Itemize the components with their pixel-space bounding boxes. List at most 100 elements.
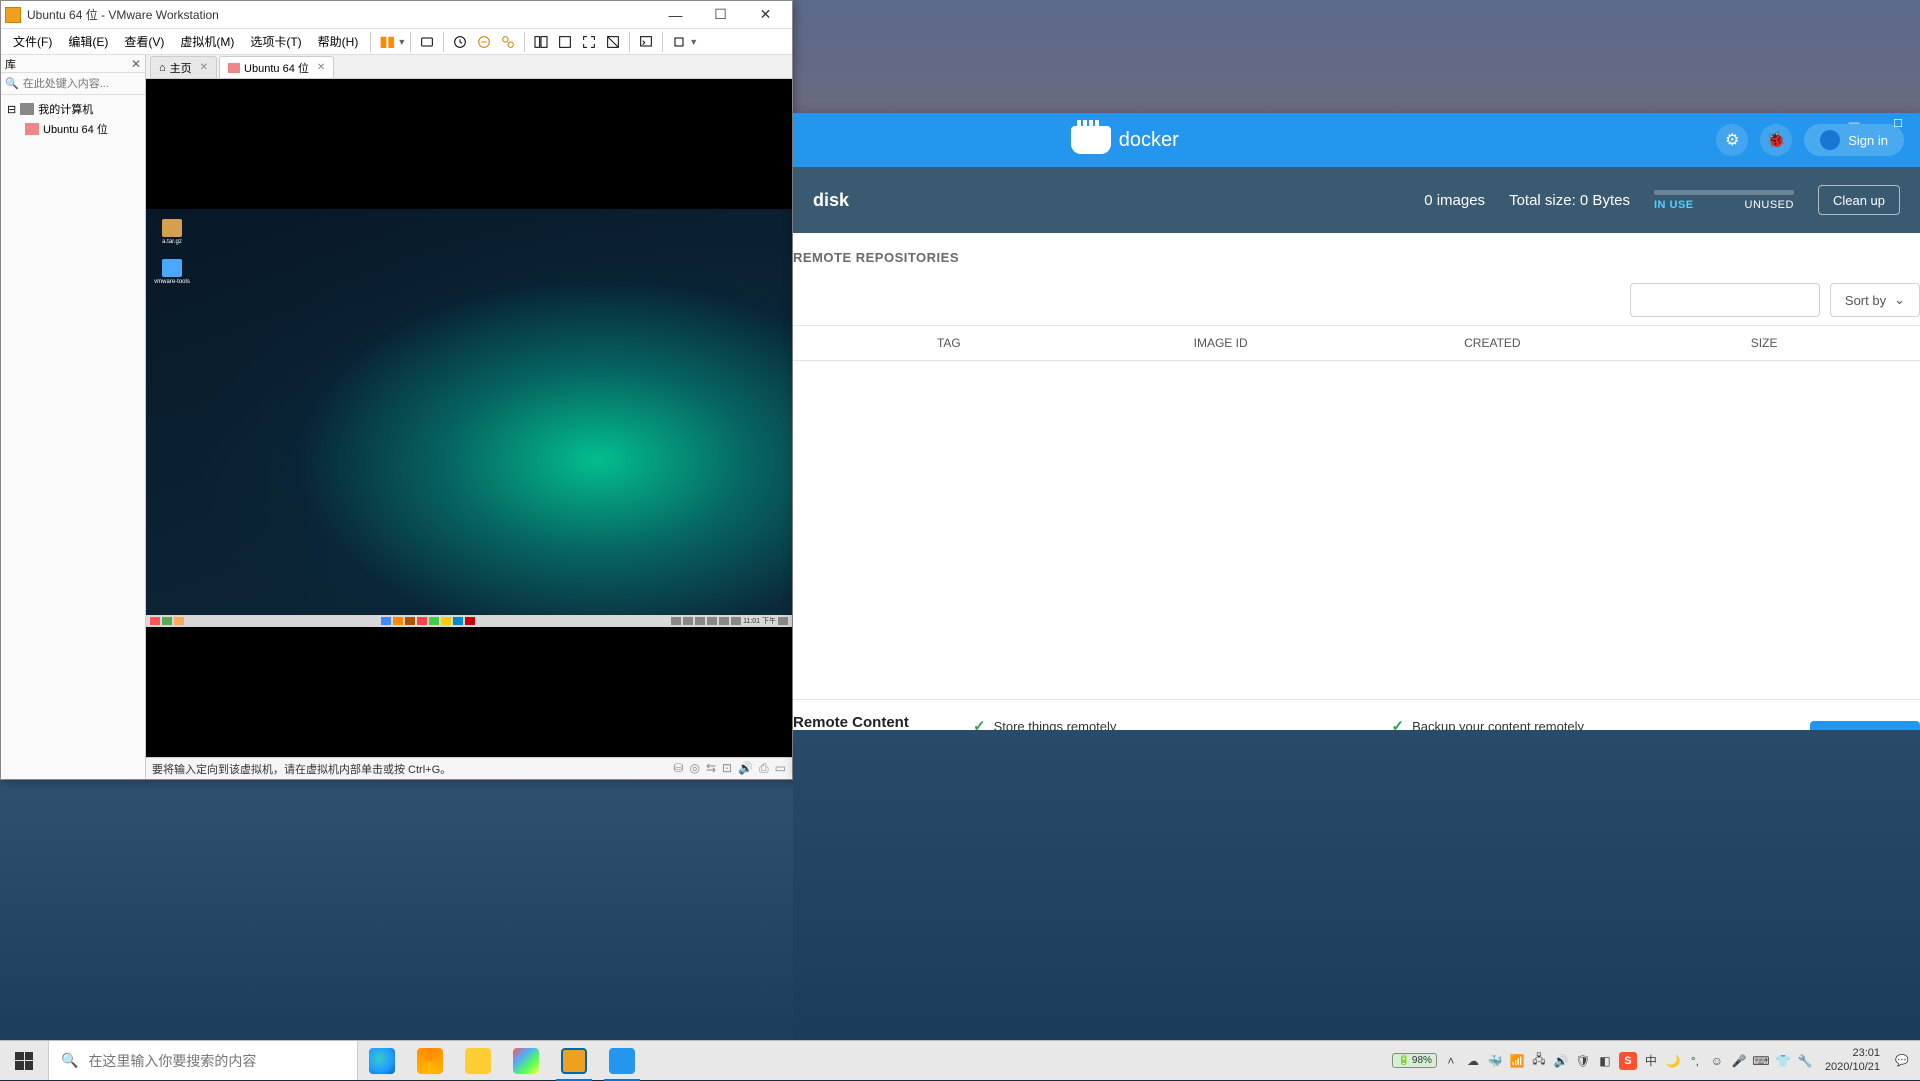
notifications-icon[interactable]: 💬 [1892,1054,1912,1067]
settings-icon[interactable]: ⚙ [1716,124,1748,156]
ime-toolbox-icon[interactable]: 🔧 [1797,1053,1813,1069]
moon-icon[interactable]: 🌙 [1665,1053,1681,1069]
cleanup-button[interactable]: Clean up [1818,185,1900,215]
pause-button[interactable]: ▮▮ [375,30,399,54]
guest-tray-icon[interactable] [719,617,729,625]
guest-app-icon[interactable] [150,617,160,625]
col-image-id[interactable]: IMAGE ID [1085,336,1357,350]
taskbar-app-paint[interactable] [502,1041,550,1081]
tray-overflow-icon[interactable]: ˄ [1443,1053,1459,1069]
menu-tabs[interactable]: 选项卡(T) [242,29,309,54]
device-display-icon[interactable]: ▭ [775,761,786,776]
close-button[interactable]: ✕ [743,1,788,28]
col-size[interactable]: SIZE [1628,336,1900,350]
onedrive-icon[interactable]: ☁ [1465,1053,1481,1069]
snapshot-revert-icon[interactable] [472,30,496,54]
device-harddisk-icon[interactable]: ⛁ [673,761,683,776]
taskbar-clock[interactable]: 23:01 2020/10/21 [1819,1047,1886,1073]
guest-app-icon[interactable] [441,617,451,625]
battery-indicator[interactable]: 🔋98% [1392,1053,1436,1068]
device-usb-icon[interactable]: ⊡ [722,761,732,776]
taskbar-app-browser[interactable] [406,1041,454,1081]
guest-app-icon[interactable] [453,617,463,625]
sogou-ime-icon[interactable]: S [1619,1052,1637,1070]
library-view-icon[interactable] [529,30,553,54]
device-sound-icon[interactable]: 🔊 [738,761,753,776]
minimize-button[interactable]: — [653,1,698,28]
guest-app-icon[interactable] [405,617,415,625]
taskbar-app-vmware[interactable] [550,1041,598,1081]
vm-console[interactable]: a.tar.gz vmware-tools [146,79,792,757]
unity-icon[interactable] [601,30,625,54]
ime-skin-icon[interactable]: 👕 [1775,1053,1791,1069]
guest-app-icon[interactable] [417,617,427,625]
volume-icon[interactable]: 🔊 [1553,1053,1569,1069]
snapshot-manager-icon[interactable] [496,30,520,54]
dropdown-icon[interactable]: ▼ [397,37,406,47]
ime-keyboard-icon[interactable]: ⌨ [1753,1053,1769,1069]
tree-vm-ubuntu[interactable]: Ubuntu 64 位 [21,119,143,139]
guest-tray-icon[interactable] [731,617,741,625]
guest-taskbar[interactable]: 11:01 下午 [146,615,792,627]
thumbnail-view-icon[interactable] [553,30,577,54]
tree-my-computer[interactable]: ⊟ 我的计算机 [3,99,143,119]
security-icon[interactable]: 🛡 [1575,1053,1591,1069]
minimize-button[interactable]: — [1832,112,1876,134]
maximize-button[interactable]: ☐ [698,1,743,28]
docker-titlebar[interactable]: docker ⚙ 🐞 👤 Sign in — ☐ [793,113,1920,167]
guest-app-icon[interactable] [174,617,184,625]
docker-tray-icon[interactable]: 🐳 [1487,1053,1503,1069]
menu-vm[interactable]: 虚拟机(M) [172,29,242,54]
ime-mode[interactable]: 中 [1643,1053,1659,1069]
library-search[interactable]: 🔍 ▼ [1,73,145,95]
search-input[interactable] [1630,283,1820,317]
ime-voice-icon[interactable]: 🎤 [1731,1053,1747,1069]
guest-tray-icon[interactable] [671,617,681,625]
guest-desktop[interactable]: a.tar.gz vmware-tools [146,209,792,627]
tab-ubuntu[interactable]: Ubuntu 64 位 ✕ [219,56,334,78]
wifi-icon[interactable]: 📶 [1509,1053,1525,1069]
taskbar-app-explorer[interactable] [454,1041,502,1081]
ime-emoji-icon[interactable]: ☺ [1709,1053,1725,1069]
search-input[interactable] [88,1053,345,1069]
col-created[interactable]: CREATED [1357,336,1629,350]
menu-help[interactable]: 帮助(H) [310,29,367,54]
fullscreen-icon[interactable] [577,30,601,54]
guest-app-icon[interactable] [393,617,403,625]
menu-edit[interactable]: 编辑(E) [60,29,116,54]
device-network-icon[interactable]: ⇆ [706,761,716,776]
close-tab-icon[interactable]: ✕ [200,62,208,73]
tab-home[interactable]: ⌂ 主页 ✕ [150,56,217,78]
guest-app-icon[interactable] [429,617,439,625]
guest-app-icon[interactable] [381,617,391,625]
maximize-button[interactable]: ☐ [1876,112,1920,134]
bug-icon[interactable]: 🐞 [1760,124,1792,156]
taskbar-app-edge[interactable] [358,1041,406,1081]
guest-tray-icon[interactable] [695,617,705,625]
start-button[interactable] [0,1041,48,1080]
guest-tray-icon[interactable] [778,617,788,625]
app-tray-icon[interactable]: ◧ [1597,1053,1613,1069]
close-panel-icon[interactable]: ✕ [131,57,141,71]
menu-view[interactable]: 查看(V) [116,29,172,54]
taskbar-app-docker[interactable] [598,1041,646,1081]
guest-tray-icon[interactable] [707,617,717,625]
desktop-folder-vmware[interactable]: vmware-tools [152,259,192,285]
desktop-file-archive[interactable]: a.tar.gz [152,219,192,245]
menu-file[interactable]: 文件(F) [5,29,60,54]
ime-punct-icon[interactable]: °, [1687,1053,1703,1069]
dropdown-icon[interactable]: ▼ [689,37,698,47]
guest-tray-icon[interactable] [683,617,693,625]
guest-app-icon[interactable] [162,617,172,625]
close-tab-icon[interactable]: ✕ [317,62,325,73]
device-printer-icon[interactable]: ⎙ [759,761,769,776]
search-input[interactable] [23,78,165,90]
network-icon[interactable]: 🖧 [1531,1053,1547,1069]
device-cdrom-icon[interactable]: ◎ [689,761,699,776]
console-view-icon[interactable] [634,30,658,54]
taskbar-search[interactable]: 🔍 [48,1041,358,1080]
section-remote-repos[interactable]: REMOTE REPOSITORIES [793,250,959,265]
vmware-titlebar[interactable]: Ubuntu 64 位 - VMware Workstation — ☐ ✕ [1,1,792,29]
send-ctrl-alt-del-icon[interactable] [415,30,439,54]
stretch-icon[interactable] [667,30,691,54]
